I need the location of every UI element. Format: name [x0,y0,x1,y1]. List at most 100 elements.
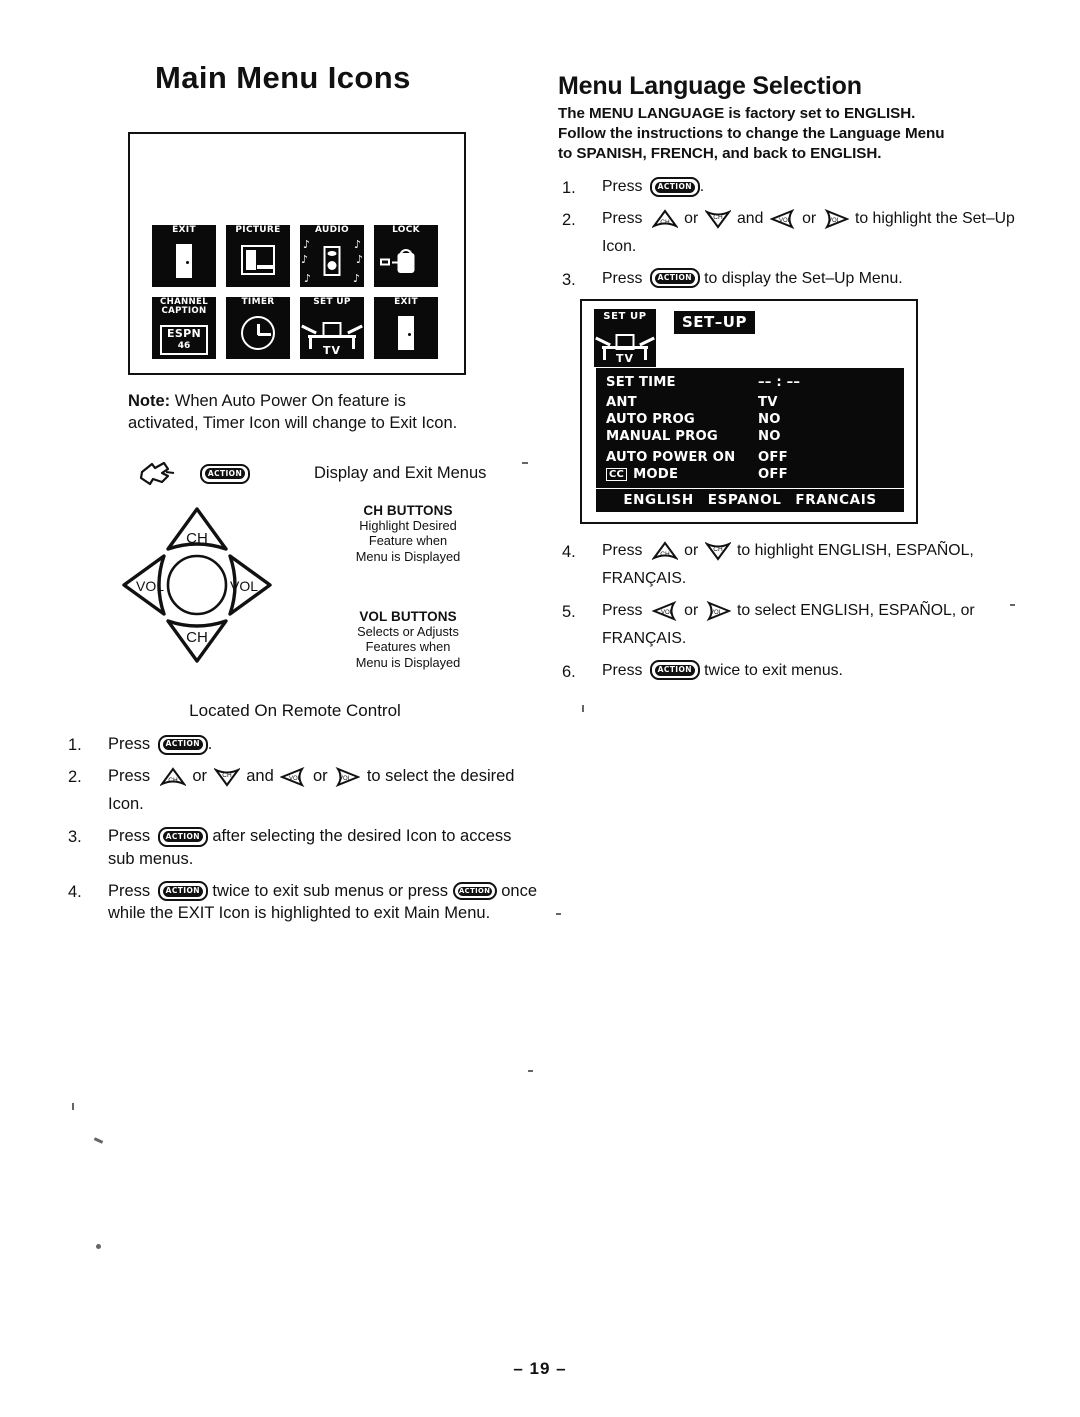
intro-paragraph: The MENU LANGUAGE is factory set to ENGL… [558,104,1028,164]
action-button-label: ACTION [657,665,692,675]
step-text: Press [602,601,643,619]
language-option-english[interactable]: ENGLISH [623,492,693,508]
scan-speck [556,913,561,915]
menu-row-set-time[interactable]: SET TIME –– : –– [596,374,904,391]
menu-row-manual-prog[interactable]: MANUAL PROG NO [596,428,904,445]
vol-buttons-description: VOL BUTTONS Selects or Adjusts Features … [308,609,508,671]
ch-up-button: CH [166,507,228,551]
action-button-icon[interactable]: ACTION [649,177,700,198]
language-steps-top: 1. Press ACTION. 2. Press CH or CH and V… [558,176,1028,289]
menu-icon-set-up[interactable]: SET UP TV [300,297,364,359]
action-button-icon[interactable]: ACTION [452,882,497,901]
step-number: 1. [562,179,576,198]
step-number: 2. [68,767,82,786]
menu-row-key: ANT [606,395,637,411]
menu-row-key: AUTO PROG [606,412,695,428]
step-conjunction: or [192,766,208,785]
step-item: 4. Press CH or CH to highlight ENGLISH, … [558,540,1028,590]
vol-buttons-line-3: Menu is Displayed [355,655,461,671]
on-screen-menu: SET TIME –– : –– ANT TV AUTO PROG NO MAN… [596,368,904,513]
vol-left-icon: VOL [279,766,306,794]
action-button-icon[interactable]: ACTION [157,826,208,847]
ch-buttons-description: CH BUTTONS Highlight Desired Feature whe… [308,503,508,565]
menu-icon-channel-caption[interactable]: CHANNEL CAPTION ESPN 46 [152,297,216,359]
menu-row-value: OFF [758,467,788,483]
menu-icon-audio[interactable]: AUDIO ♪ ♪ ♪ ♪ ♪ ♪ [300,225,364,287]
ch-up-icon: CH [650,209,679,236]
main-menu-steps: 1. Press ACTION. 2. Press CH or CH and V… [60,733,540,925]
door-icon [152,237,216,285]
step-item: 6. Press ACTION twice to exit menus. [558,660,1028,682]
caption-icon: ESPN 46 [152,318,216,357]
action-legend-caption: Display and Exit Menus [314,464,487,483]
menu-icon-timer[interactable]: TIMER [226,297,290,359]
step-text: Press [602,178,643,196]
clock-icon [226,309,290,357]
picture-icon [226,237,290,285]
set-up-icon: SET UP TV [594,309,656,368]
step-text: Press [108,734,151,753]
svg-text:CH: CH [660,219,670,226]
icon-label-line2: CAPTION [161,306,207,316]
icon-label: CHANNEL CAPTION [152,298,216,316]
remote-footer-caption: Located On Remote Control [189,700,401,720]
action-button-icon[interactable]: ACTION [649,268,700,289]
step-conjunction: or [312,766,328,785]
icon-label: PICTURE [235,225,281,235]
vol-buttons-line-2: Features when [365,639,451,655]
action-button-label: ACTION [459,886,491,895]
action-button-icon[interactable]: ACTION [157,734,208,755]
page-title: Main Menu Icons [155,60,411,95]
menu-row-ant[interactable]: ANT TV [596,394,904,411]
menu-row-key: MANUAL PROG [606,429,718,445]
menu-row-cc-mode[interactable]: CC MODE OFF [596,466,904,483]
menu-row-value: OFF [758,450,788,466]
vol-right-icon: VOL [823,208,850,236]
step-item: 2. Press CH or CH and VOL or VOL to high… [558,208,1028,258]
menu-row-key: CC MODE [606,466,758,483]
scan-speck [522,462,528,464]
svg-text:CH: CH [660,551,670,558]
action-button-icon[interactable]: ACTION [157,881,208,902]
vol-left-button: VOL [122,554,166,616]
scan-speck [96,1244,101,1249]
menu-icon-lock[interactable]: LOCK [374,225,438,287]
scan-speck [93,1137,104,1144]
language-option-francais[interactable]: FRANCAIS [795,492,876,508]
action-button-label: ACTION [657,273,692,283]
action-button-icon[interactable]: ACTION [200,463,250,484]
main-menu-icon-panel: EXIT PICTURE AUDIO ♪ ♪ ♪ ♪ ♪ ♪ LOCK CHAN… [128,132,466,375]
menu-row-key-text: MODE [633,467,679,483]
menu-icon-exit-2[interactable]: EXIT [374,297,438,359]
menu-row-auto-prog[interactable]: AUTO PROG NO [596,411,904,428]
right-column: Menu Language Selection The MENU LANGUAG… [558,72,1028,691]
menu-row-value: TV [758,395,778,411]
vol-buttons-line-1: Selects or Adjusts [357,623,459,639]
scan-speck [1010,604,1015,606]
icon-label: SET UP [313,297,351,307]
step-text: Press [108,766,151,785]
step-text: Press [602,542,643,560]
ch-buttons-line-2: Feature when [368,533,448,549]
action-button-label: ACTION [657,181,692,191]
language-option-espanol[interactable]: ESPANOL [708,492,782,508]
intro-line-1: The MENU LANGUAGE is factory set to ENGL… [558,105,916,122]
svg-text:CH: CH [222,772,232,779]
menu-icon-exit[interactable]: EXIT [152,225,216,287]
scan-speck [528,1070,533,1072]
speaker-icon: ♪ ♪ ♪ ♪ ♪ ♪ [301,238,363,285]
menu-row-value: –– : –– [758,375,801,391]
svg-text:VOL: VOL [710,610,723,616]
action-button-icon[interactable]: ACTION [649,660,700,681]
set-up-title-tag: SET–UP [674,311,755,335]
step-item: 1. Press ACTION. [558,176,1028,198]
step-text: Press [108,827,151,846]
scan-speck [72,1103,74,1110]
page-number: – 19 – [513,1359,567,1378]
menu-icon-picture[interactable]: PICTURE [226,225,290,287]
menu-row-auto-power-on[interactable]: AUTO POWER ON OFF [596,449,904,466]
left-column: Main Menu Icons EXIT PICTURE AUDIO ♪ ♪ ♪… [60,60,540,934]
icon-label: AUDIO [315,225,349,235]
note-text: When Auto Power On feature is activated,… [128,392,458,432]
step-conjunction: or [802,209,817,227]
